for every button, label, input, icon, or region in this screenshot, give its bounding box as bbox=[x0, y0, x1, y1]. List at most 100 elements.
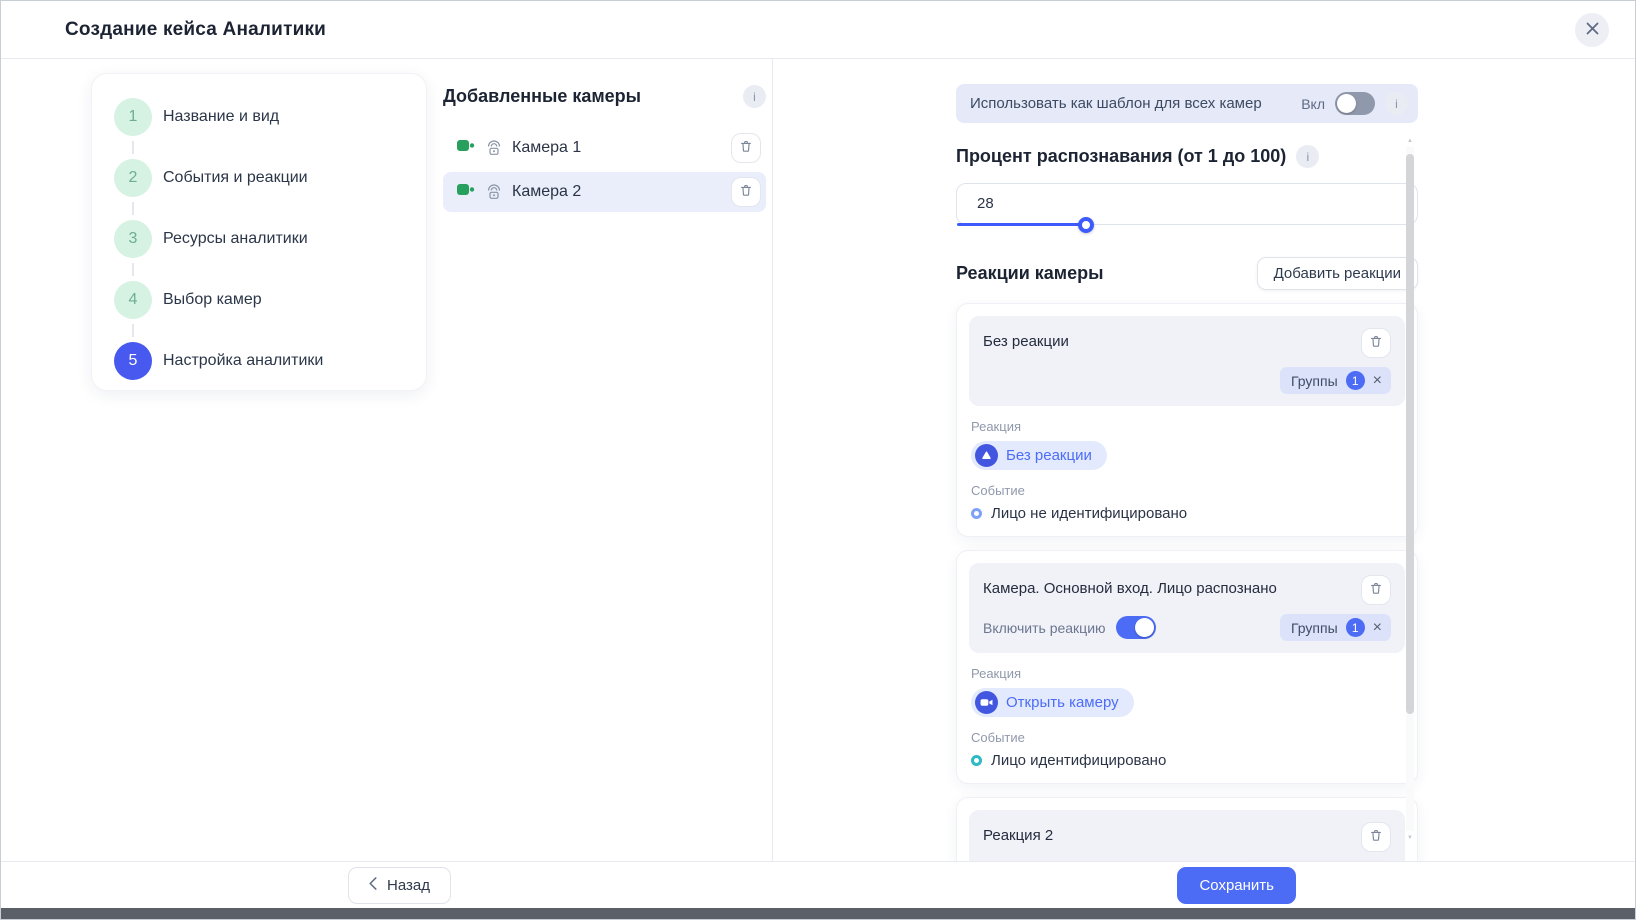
step-label: Выбор камер bbox=[163, 291, 262, 309]
toggle-state-label: Вкл bbox=[1301, 96, 1325, 112]
reactions-title: Реакции камеры bbox=[956, 263, 1104, 284]
step-label: Ресурсы аналитики bbox=[163, 230, 308, 248]
video-camera-icon bbox=[457, 183, 476, 201]
camera-list-item[interactable]: Камера 1 bbox=[443, 128, 766, 168]
groups-count-badge: 1 bbox=[1346, 371, 1365, 390]
stream-device-icon bbox=[485, 184, 503, 200]
trash-icon bbox=[739, 183, 753, 201]
stepper-step-5[interactable]: 5 Настройка аналитики bbox=[114, 342, 404, 380]
reaction-pill-label: Открыть камеру bbox=[1006, 694, 1119, 711]
event-status-icon bbox=[971, 508, 982, 519]
camera-name: Камера 2 bbox=[512, 183, 581, 201]
reaction-field-label: Реакция bbox=[971, 666, 1403, 681]
added-cameras-title: Добавленные камеры bbox=[443, 86, 641, 107]
recognition-percent-value: 28 bbox=[957, 184, 1417, 224]
stepper-step-1[interactable]: 1 Название и вид bbox=[114, 98, 404, 136]
back-button[interactable]: Назад bbox=[348, 867, 451, 904]
scrollbar[interactable]: ▲ ▼ bbox=[1406, 147, 1414, 831]
groups-chip[interactable]: Группы 1 × bbox=[1280, 367, 1391, 394]
toggle-knob bbox=[1337, 94, 1356, 113]
enable-reaction-toggle[interactable] bbox=[1116, 616, 1156, 639]
step-connector bbox=[132, 263, 134, 276]
added-cameras-panel: Добавленные камеры i Камера 1 bbox=[427, 73, 772, 861]
template-banner-label: Использовать как шаблон для всех камер bbox=[970, 95, 1262, 112]
event-name: Лицо не идентифицировано bbox=[991, 505, 1187, 522]
step-label: Настройка аналитики bbox=[163, 352, 323, 370]
info-icon[interactable]: i bbox=[743, 85, 766, 108]
analytics-settings-panel: Использовать как шаблон для всех камер В… bbox=[773, 59, 1635, 861]
reaction-card-title: Без реакции bbox=[983, 328, 1069, 350]
step-connector bbox=[132, 324, 134, 337]
delete-reaction-button[interactable] bbox=[1361, 575, 1391, 605]
step-label: Название и вид bbox=[163, 108, 279, 126]
event-name: Лицо идентифицировано bbox=[991, 752, 1166, 769]
left-pane: 1 Название и вид 2 События и реакции 3 Р… bbox=[1, 59, 773, 861]
stepper: 1 Название и вид 2 События и реакции 3 Р… bbox=[91, 73, 427, 391]
window-bottom-edge bbox=[1, 908, 1635, 919]
close-button[interactable] bbox=[1575, 13, 1609, 47]
chip-close-icon[interactable]: × bbox=[1373, 620, 1382, 636]
close-icon bbox=[1585, 21, 1600, 39]
reaction-field-label: Реакция bbox=[971, 419, 1403, 434]
toggle-knob bbox=[1135, 618, 1154, 637]
step-label: События и реакции bbox=[163, 169, 308, 187]
event-status-icon bbox=[971, 755, 982, 766]
chip-close-icon[interactable]: × bbox=[1373, 373, 1382, 389]
reaction-card-title: Камера. Основной вход. Лицо распознано bbox=[983, 575, 1277, 597]
recognition-title: Процент распознавания (от 1 до 100) bbox=[956, 146, 1286, 167]
reaction-card-title: Реакция 2 bbox=[983, 822, 1053, 844]
reaction-card-header: Реакция 2 Включить реакцию Добави bbox=[969, 810, 1405, 861]
video-camera-icon bbox=[457, 139, 476, 157]
reaction-pill-label: Без реакции bbox=[1006, 447, 1092, 464]
delete-reaction-button[interactable] bbox=[1361, 822, 1391, 852]
camera-list-item[interactable]: Камера 2 bbox=[443, 172, 766, 212]
no-reaction-icon bbox=[975, 444, 998, 467]
reaction-card: Реакция 2 Включить реакцию Добави bbox=[956, 797, 1418, 861]
event-field-label: Событие bbox=[971, 483, 1403, 498]
scroll-down-icon[interactable]: ▼ bbox=[1406, 835, 1414, 841]
reaction-pill[interactable]: Без реакции bbox=[971, 441, 1107, 470]
create-analytics-case-dialog: Создание кейса Аналитики 1 Название и ви… bbox=[0, 0, 1636, 920]
reaction-card-header: Камера. Основной вход. Лицо распознано В… bbox=[969, 563, 1405, 653]
chevron-left-icon bbox=[369, 877, 377, 894]
stepper-step-3[interactable]: 3 Ресурсы аналитики bbox=[114, 220, 404, 258]
trash-icon bbox=[739, 139, 753, 157]
template-banner: Использовать как шаблон для всех камер В… bbox=[956, 84, 1418, 123]
scrollbar-thumb[interactable] bbox=[1406, 154, 1414, 714]
trash-icon bbox=[1369, 334, 1383, 352]
trash-icon bbox=[1369, 581, 1383, 599]
step-number: 3 bbox=[114, 220, 152, 258]
delete-camera-button[interactable] bbox=[731, 177, 761, 207]
scroll-up-icon[interactable]: ▲ bbox=[1406, 138, 1414, 144]
delete-camera-button[interactable] bbox=[731, 133, 761, 163]
step-number: 4 bbox=[114, 281, 152, 319]
stepper-step-4[interactable]: 4 Выбор камер bbox=[114, 281, 404, 319]
recognition-slider-fill bbox=[957, 223, 1086, 226]
step-number: 5 bbox=[114, 342, 152, 380]
dialog-body: 1 Название и вид 2 События и реакции 3 Р… bbox=[1, 59, 1635, 861]
stream-device-icon bbox=[485, 140, 503, 156]
open-camera-icon bbox=[975, 691, 998, 714]
camera-name: Камера 1 bbox=[512, 139, 581, 157]
groups-chip-label: Группы bbox=[1291, 620, 1338, 636]
step-connector bbox=[132, 202, 134, 215]
delete-reaction-button[interactable] bbox=[1361, 328, 1391, 358]
back-button-label: Назад bbox=[387, 877, 430, 894]
save-button[interactable]: Сохранить bbox=[1177, 867, 1296, 904]
recognition-percent-field[interactable]: 28 bbox=[956, 183, 1418, 225]
stepper-step-2[interactable]: 2 События и реакции bbox=[114, 159, 404, 197]
page-title: Создание кейса Аналитики bbox=[65, 19, 326, 41]
info-icon[interactable]: i bbox=[1296, 145, 1319, 168]
step-connector bbox=[132, 141, 134, 154]
template-toggle[interactable] bbox=[1335, 92, 1375, 115]
add-reactions-button[interactable]: Добавить реакции bbox=[1257, 257, 1418, 290]
groups-chip[interactable]: Группы 1 × bbox=[1280, 614, 1391, 641]
info-icon[interactable]: i bbox=[1385, 92, 1408, 115]
groups-chip-label: Группы bbox=[1291, 373, 1338, 389]
recognition-slider-handle[interactable] bbox=[1078, 217, 1094, 233]
event-field-label: Событие bbox=[971, 730, 1403, 745]
reaction-pill[interactable]: Открыть камеру bbox=[971, 688, 1134, 717]
trash-icon bbox=[1369, 828, 1383, 846]
step-number: 2 bbox=[114, 159, 152, 197]
enable-reaction-label: Включить реакцию bbox=[983, 620, 1106, 636]
